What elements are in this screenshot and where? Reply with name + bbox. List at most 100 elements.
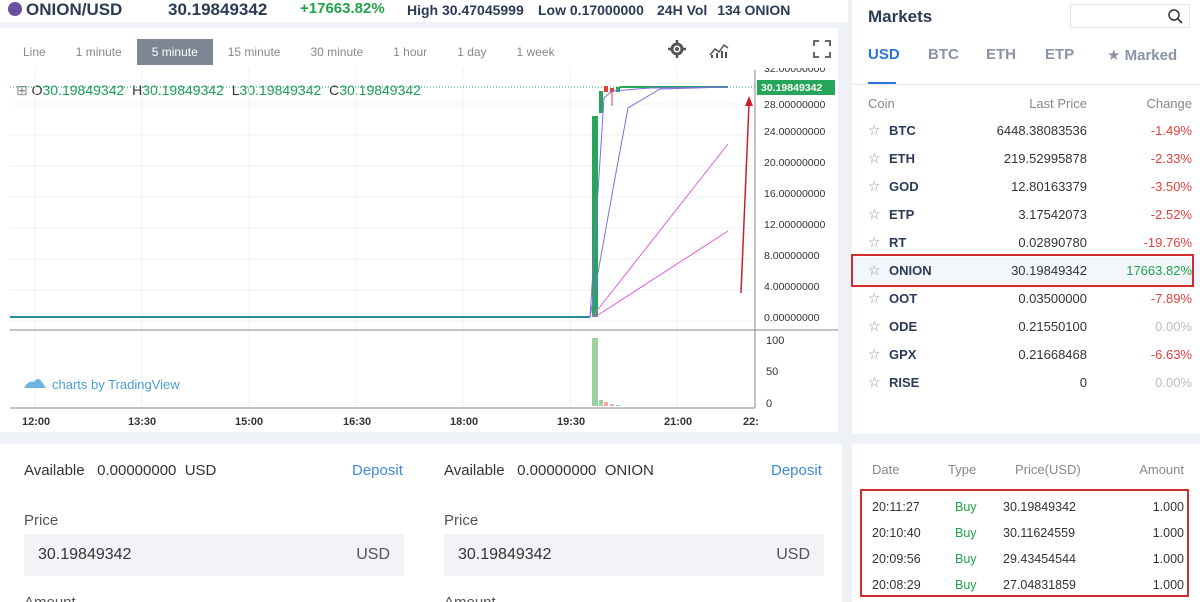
market-row-oot[interactable]: ☆ OOT 0.03500000 -7.89% [852,285,1200,313]
market-row-etp[interactable]: ☆ ETP 3.17542073 -2.52% [852,201,1200,229]
interval-line[interactable]: Line [8,39,61,65]
pair-title: ONION/USD [26,0,123,19]
market-search-input[interactable] [1070,4,1190,28]
market-change: -6.63% [1150,347,1192,362]
favorite-star-icon[interactable]: ☆ [868,318,881,335]
high-value: 30.47045999 [442,2,524,18]
favorite-star-icon[interactable]: ☆ [868,206,881,223]
market-coin: ETP [889,207,915,222]
tab-etp[interactable]: ETP [1045,46,1074,63]
low-label: Low [538,2,566,18]
markets-title: Markets [868,7,933,26]
col-change[interactable]: Change [1146,96,1192,111]
chart-grid [10,68,755,408]
market-last-price: 6448.38083536 [996,123,1087,138]
price-tick-label: 24.00000000 [764,126,825,138]
volume-bar [610,404,614,406]
sell-price-input[interactable]: 30.19849342 USD [444,534,824,576]
highlight-box-trades [860,489,1189,597]
price-chart[interactable]: 32.00000000 28.00000000 24.00000000 20.0000… [0,68,838,432]
market-last-price: 219.52995878 [1003,151,1087,166]
col-last-price[interactable]: Last Price [1029,96,1087,111]
market-last-price: 3.17542073 [1018,207,1087,222]
markets-panel: Markets USD BTC ETH ETP ★ Marked Coin La… [852,0,1200,434]
price-tick-label: 20.00000000 [764,157,825,169]
favorite-star-icon[interactable]: ☆ [868,290,881,307]
current-price-tag: 30.19849342 [761,82,822,94]
volume-bar [604,402,608,406]
market-change: -2.33% [1150,151,1192,166]
price-tick-label: 16.00000000 [764,188,825,200]
interval-1-hour[interactable]: 1 hour [378,39,442,65]
fullscreen-icon[interactable] [813,40,831,63]
tab-marked[interactable]: ★ Marked [1107,46,1177,64]
market-change: -2.52% [1150,207,1192,222]
tradingview-text: charts by TradingView [52,377,180,392]
tab-btc[interactable]: BTC [928,46,959,63]
time-tick-label: 22: [743,416,759,428]
ticker-price: 30.19849342 [168,0,268,19]
sell-available: Available 0.00000000 ONION [444,462,654,479]
market-coin: GOD [889,179,919,194]
sell-price-value: 30.19849342 [458,546,552,563]
time-tick-labels: 12:00 13:30 15:00 16:30 18:00 19:30 21:00 22: [22,416,759,428]
tab-usd[interactable]: USD [868,46,900,63]
indicators-icon[interactable] [709,42,729,63]
ticker-change: +17663.82% [300,0,385,17]
time-tick-label: 13:30 [128,416,156,428]
time-tick-label: 18:00 [450,416,478,428]
market-coin: RISE [889,375,920,390]
favorite-star-icon[interactable]: ☆ [868,234,881,251]
ticker-bar: ONION/USD 30.19849342 +17663.82% High 30… [0,0,848,22]
tab-eth[interactable]: ETH [986,46,1016,63]
candle [599,91,603,113]
sell-deposit-link[interactable]: Deposit [771,462,822,479]
candle [616,87,620,92]
ticker-volume: 24H Vol 134 ONION [657,2,790,18]
ma-line-3 [591,143,729,318]
buy-deposit-link[interactable]: Deposit [352,462,403,479]
favorite-star-icon[interactable]: ☆ [868,150,881,167]
market-change: 0.00% [1155,375,1192,390]
price-tick-label: 28.00000000 [764,99,825,111]
buy-available-value: 0.00000000 [97,462,177,479]
favorite-star-icon[interactable]: ☆ [868,374,881,391]
price-tick-label: 0.00000000 [764,312,820,324]
sell-amount-label: Amount [444,594,496,602]
favorite-star-icon[interactable]: ☆ [868,122,881,139]
favorite-star-icon[interactable]: ☆ [868,346,881,363]
sell-price-label: Price [444,512,479,529]
market-change: -19.76% [1143,235,1192,250]
interval-1-day[interactable]: 1 day [442,39,501,65]
time-tick-label: 21:00 [664,416,692,428]
market-tabs: USD BTC ETH ETP ★ Marked [852,44,1200,84]
market-row-rise[interactable]: ☆ RISE 0 0.00% [852,369,1200,397]
favorite-star-icon[interactable]: ☆ [868,178,881,195]
tradingview-watermark[interactable]: charts by TradingView [24,377,180,392]
market-row-rt[interactable]: ☆ RT 0.02890780 -19.76% [852,229,1200,257]
col-coin[interactable]: Coin [868,96,895,111]
highlight-box-onion [851,254,1194,287]
interval-1-week[interactable]: 1 week [502,39,570,65]
interval-5-minute[interactable]: 5 minute [136,39,213,65]
market-row-gpx[interactable]: ☆ GPX 0.21668468 -6.63% [852,341,1200,369]
interval-30-minute[interactable]: 30 minute [295,39,378,65]
market-row-btc[interactable]: ☆ BTC 6448.38083536 -1.49% [852,117,1200,145]
volume-tick-label: 100 [766,335,784,347]
buy-price-unit: USD [356,546,390,563]
market-row-ode[interactable]: ☆ ODE 0.21550100 0.00% [852,313,1200,341]
ticker-low: Low 0.17000000 [538,2,644,18]
market-row-eth[interactable]: ☆ ETH 219.52995878 -2.33% [852,145,1200,173]
market-row-god[interactable]: ☆ GOD 12.80163379 -3.50% [852,173,1200,201]
time-tick-label: 19:30 [557,416,585,428]
volume-bar [592,338,598,406]
volume-tick-label: 50 [766,366,778,378]
volume-bar [616,405,620,406]
buy-price-input[interactable]: 30.19849342 USD [24,534,404,576]
interval-15-minute[interactable]: 15 minute [213,39,296,65]
price-tick-label: 32.00000000 [764,68,825,75]
buy-price-label: Price [24,512,59,529]
annotation-arrow [740,103,750,294]
interval-1-minute[interactable]: 1 minute [61,39,137,65]
settings-gear-icon[interactable] [668,40,686,63]
